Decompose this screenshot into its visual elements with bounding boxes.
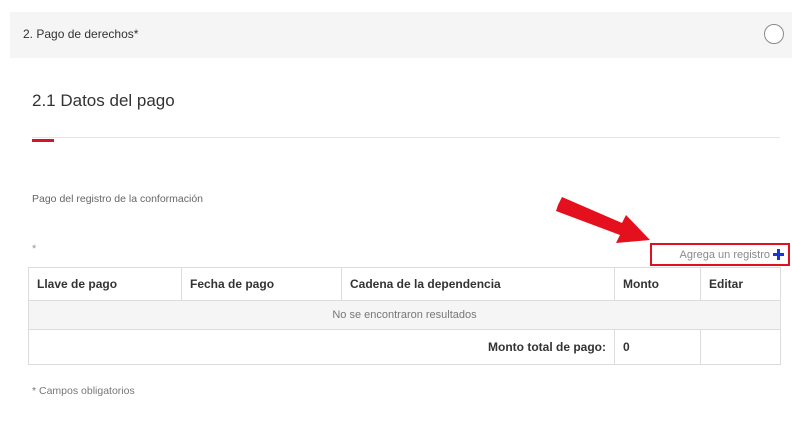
subsection-title: 2.1 Datos del pago [32, 91, 175, 110]
column-header-cadena: Cadena de la dependencia [341, 267, 615, 301]
column-header-monto: Monto [614, 267, 701, 301]
column-header-llave: Llave de pago [28, 267, 182, 301]
total-value: 0 [614, 329, 701, 365]
add-record-button[interactable]: Agrega un registro [650, 243, 790, 266]
empty-message: No se encontraron resultados [28, 300, 781, 330]
column-header-editar: Editar [700, 267, 781, 301]
section-title: 2. Pago de derechos* [23, 27, 139, 41]
payments-table: Llave de pago Fecha de pago Cadena de la… [28, 267, 781, 365]
total-row: Monto total de pago: 0 [28, 329, 781, 365]
total-empty-cell [700, 329, 781, 365]
circle-outline-icon [764, 24, 784, 44]
section-header-pago-de-derechos[interactable]: 2. Pago de derechos* [10, 12, 792, 58]
field-label: Pago del registro de la conformación [32, 193, 204, 205]
subsection-divider [32, 137, 780, 138]
red-arrow-icon [556, 197, 650, 243]
required-fields-note: * Campos obligatorios [32, 385, 135, 397]
subsection-accent-bar [32, 139, 54, 142]
required-marker: * [32, 243, 37, 255]
empty-row: No se encontraron resultados [28, 300, 781, 330]
column-header-fecha: Fecha de pago [181, 267, 342, 301]
plus-icon [773, 249, 784, 260]
add-record-label: Agrega un registro [679, 248, 771, 261]
table-header-row: Llave de pago Fecha de pago Cadena de la… [28, 267, 781, 301]
total-label: Monto total de pago: [28, 329, 615, 365]
